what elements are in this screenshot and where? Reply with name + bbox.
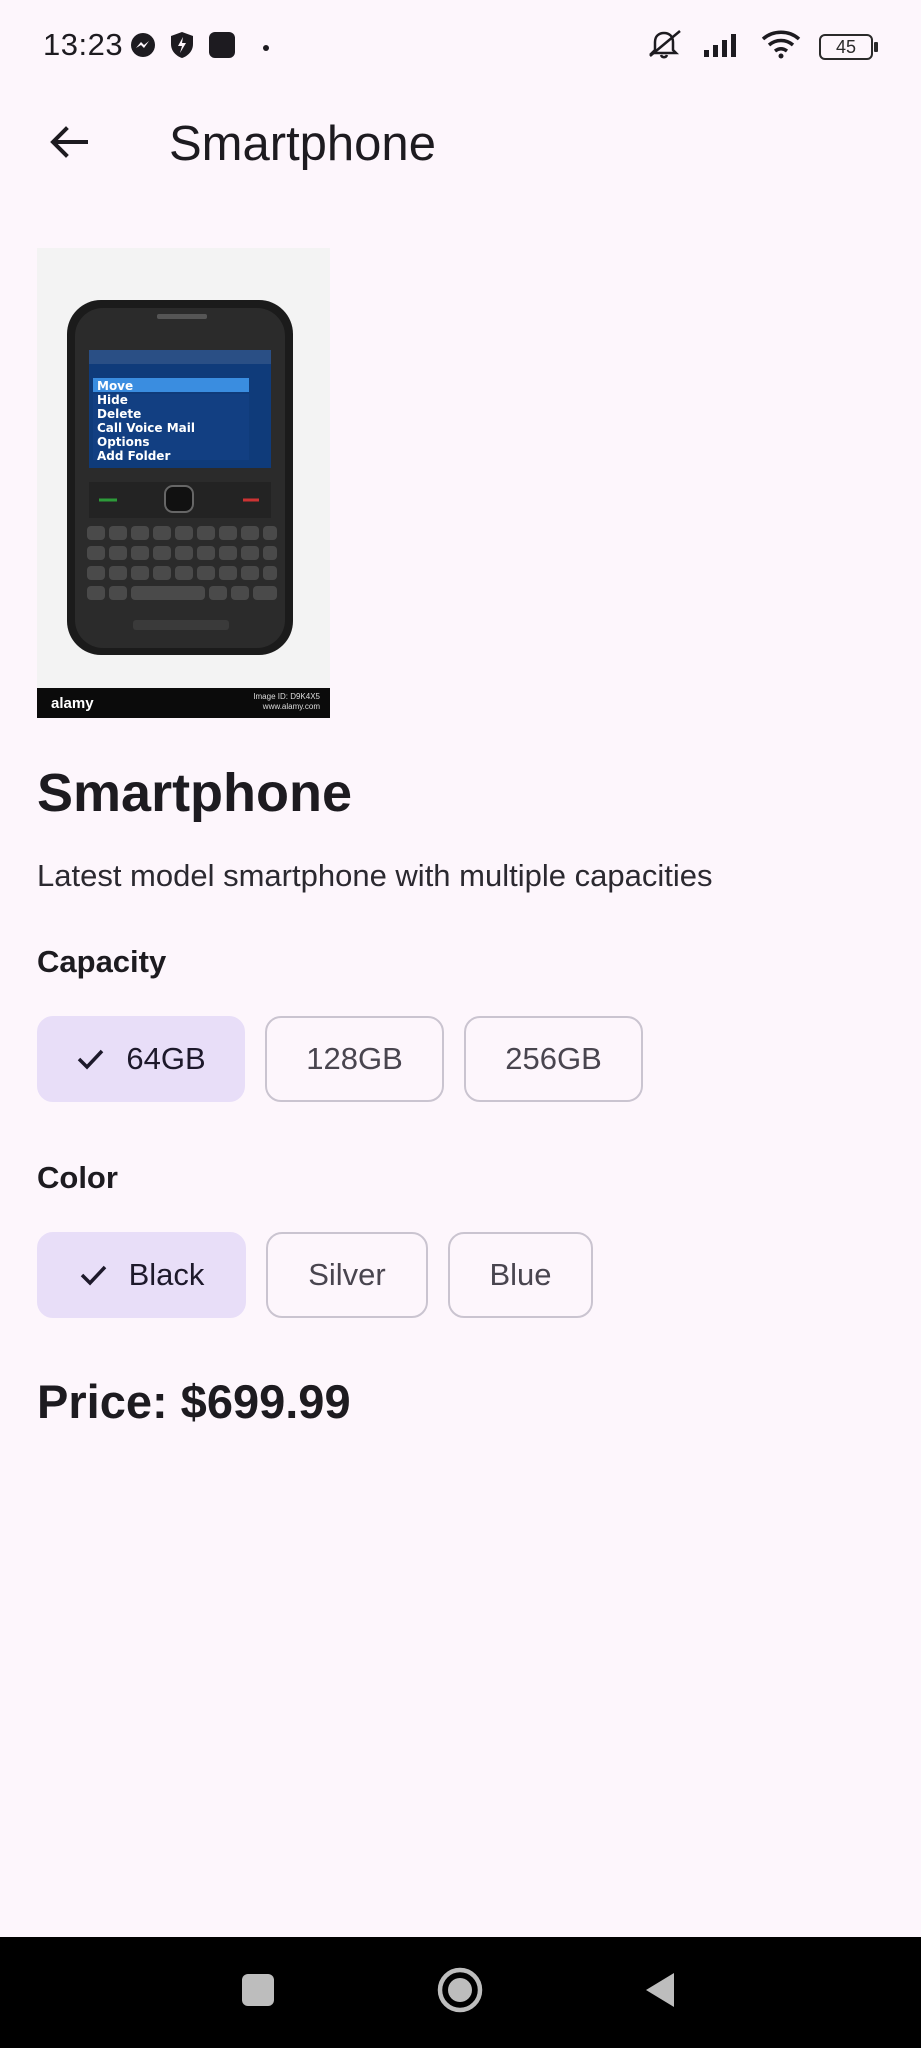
app-bar-title: Smartphone — [169, 117, 436, 171]
svg-text:Delete: Delete — [97, 407, 141, 421]
shield-bolt-icon — [170, 31, 194, 64]
system-nav-bar — [0, 1937, 921, 2048]
app-bar: Smartphone — [0, 92, 921, 200]
capacity-chip-64gb[interactable]: 64GB — [37, 1016, 245, 1102]
status-bar: 13:23 45 — [0, 0, 921, 92]
watermark-image-id: Image ID: D9K4X5 — [253, 692, 320, 701]
mute-icon — [647, 28, 685, 65]
chip-label: 128GB — [306, 1041, 403, 1076]
color-label: Color — [37, 1160, 118, 1195]
capacity-label: Capacity — [37, 944, 167, 979]
chip-label: Black — [128, 1257, 205, 1292]
svg-text:Hide: Hide — [97, 393, 128, 407]
chip-label: Blue — [489, 1257, 552, 1292]
svg-text:Call Voice Mail: Call Voice Mail — [97, 421, 195, 435]
price-text: Price: $699.99 — [37, 1375, 351, 1428]
signal-icon — [703, 30, 743, 63]
color-chip-blue[interactable]: Blue — [448, 1232, 593, 1318]
home-circle-icon — [436, 1966, 484, 2019]
home-button[interactable] — [400, 1937, 520, 2048]
capacity-chip-256gb[interactable]: 256GB — [464, 1016, 643, 1102]
color-chip-silver[interactable]: Silver — [266, 1232, 428, 1318]
back-button[interactable] — [36, 112, 100, 176]
phone-illustration: Move Hide Delete Call Voice Mail Options… — [37, 248, 330, 688]
dot-icon — [262, 39, 270, 57]
svg-text:Add Folder: Add Folder — [97, 449, 170, 463]
product-description: Latest model smartphone with multiple ca… — [37, 858, 713, 893]
watermark-url: www.alamy.com — [262, 702, 320, 711]
watermark-logo: alamy — [51, 695, 94, 712]
product-name: Smartphone — [37, 763, 353, 823]
wifi-icon — [761, 29, 801, 64]
watermark-meta: Image ID: D9K4X5 www.alamy.com — [253, 692, 320, 712]
product-image: Move Hide Delete Call Voice Mail Options… — [37, 248, 330, 718]
chip-label: Silver — [308, 1257, 386, 1292]
image-watermark-bar: alamy Image ID: D9K4X5 www.alamy.com — [37, 688, 330, 718]
recents-square-icon — [240, 1972, 276, 2013]
svg-text:Options: Options — [97, 435, 150, 449]
check-icon — [79, 1264, 107, 1286]
back-nav-button[interactable] — [600, 1937, 720, 2048]
chip-label: 256GB — [505, 1041, 602, 1076]
color-chip-black[interactable]: Black — [37, 1232, 246, 1318]
status-left-icons — [130, 31, 270, 64]
check-icon — [76, 1048, 104, 1070]
svg-text:Move: Move — [97, 379, 133, 393]
back-triangle-icon — [642, 1970, 678, 2015]
chip-label: 64GB — [126, 1041, 206, 1076]
status-right-icons: 45 — [647, 28, 878, 65]
messenger-icon — [130, 32, 156, 63]
arrow-back-icon — [46, 120, 90, 169]
battery-icon: 45 — [819, 33, 878, 60]
recents-button[interactable] — [198, 1937, 318, 2048]
capacity-chip-row: 64GB 128GB 256GB — [37, 1016, 643, 1102]
color-chip-row: Black Silver Blue — [37, 1232, 593, 1318]
capacity-chip-128gb[interactable]: 128GB — [265, 1016, 444, 1102]
app-square-icon — [208, 31, 236, 64]
status-time: 13:23 — [43, 27, 124, 62]
